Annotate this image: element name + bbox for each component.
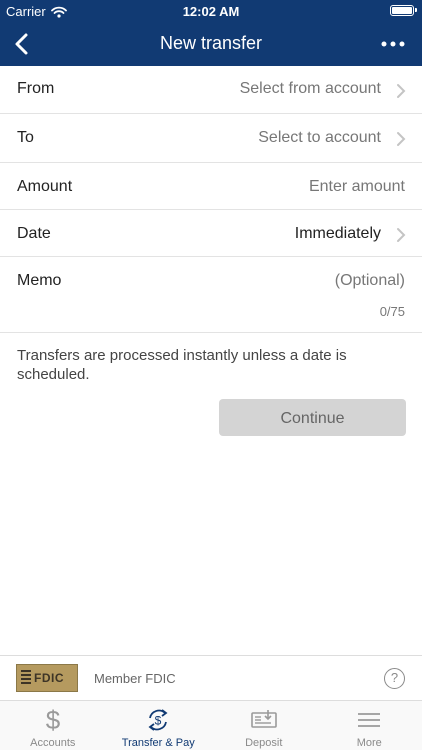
nav-bar: New transfer	[0, 22, 422, 66]
fdic-logo-text: FDIC	[34, 671, 64, 685]
help-icon[interactable]: ?	[384, 668, 405, 689]
to-account-row[interactable]: To Select to account	[0, 114, 422, 163]
tab-label: Deposit	[245, 737, 283, 749]
status-time: 12:02 AM	[182, 4, 240, 19]
from-label: From	[17, 80, 55, 97]
to-label: To	[17, 129, 34, 146]
chevron-right-icon	[397, 132, 406, 146]
check-deposit-icon	[250, 710, 277, 728]
from-account-value[interactable]: Select from account	[240, 80, 381, 98]
date-value[interactable]: Immediately	[295, 225, 381, 243]
tab-label: Accounts	[30, 737, 76, 749]
tab-transfer-pay[interactable]: $ Transfer & Pay	[106, 701, 212, 750]
info-text: Transfers are processed instantly unless…	[17, 347, 347, 383]
app-header: Carrier 12:02 AM New transfer	[0, 0, 422, 66]
tab-bar: $ Accounts $ Transfer & Pay Deposit More	[0, 700, 422, 750]
dollar-icon: $	[46, 706, 61, 734]
chevron-right-icon	[397, 228, 406, 242]
memo-label: Memo	[17, 272, 62, 289]
chevron-right-icon	[397, 84, 406, 98]
tab-more[interactable]: More	[317, 701, 422, 750]
member-fdic-text: Member FDIC	[94, 671, 176, 686]
menu-icon	[358, 713, 381, 727]
fdic-logo: FDIC	[16, 664, 78, 692]
fdic-stripes-icon	[21, 670, 31, 684]
from-account-row[interactable]: From Select from account	[0, 66, 422, 114]
tab-label: Transfer & Pay	[121, 737, 195, 749]
fdic-footer: FDIC Member FDIC ?	[0, 655, 422, 700]
amount-row[interactable]: Amount Enter amount	[0, 163, 422, 210]
svg-text:$: $	[155, 714, 162, 728]
status-bar: Carrier 12:02 AM	[0, 0, 422, 22]
tab-deposit[interactable]: Deposit	[211, 701, 317, 750]
memo-row[interactable]: Memo (Optional) 0/75	[0, 257, 422, 333]
battery-icon	[390, 5, 417, 16]
memo-character-counter: 0/75	[379, 304, 405, 319]
svg-text:$: $	[46, 706, 61, 734]
date-row[interactable]: Date Immediately	[0, 210, 422, 257]
tab-accounts[interactable]: $ Accounts	[0, 701, 106, 750]
date-label: Date	[17, 225, 51, 242]
page-title: New transfer	[159, 33, 263, 53]
amount-input[interactable]: Enter amount	[309, 178, 405, 196]
tab-label: More	[356, 737, 382, 749]
amount-label: Amount	[17, 178, 73, 195]
continue-button[interactable]: Continue	[219, 399, 406, 436]
ellipsis-icon[interactable]	[380, 34, 406, 54]
transfer-pay-icon: $	[148, 709, 168, 731]
to-account-value[interactable]: Select to account	[258, 129, 381, 147]
memo-input[interactable]: (Optional)	[335, 272, 405, 290]
